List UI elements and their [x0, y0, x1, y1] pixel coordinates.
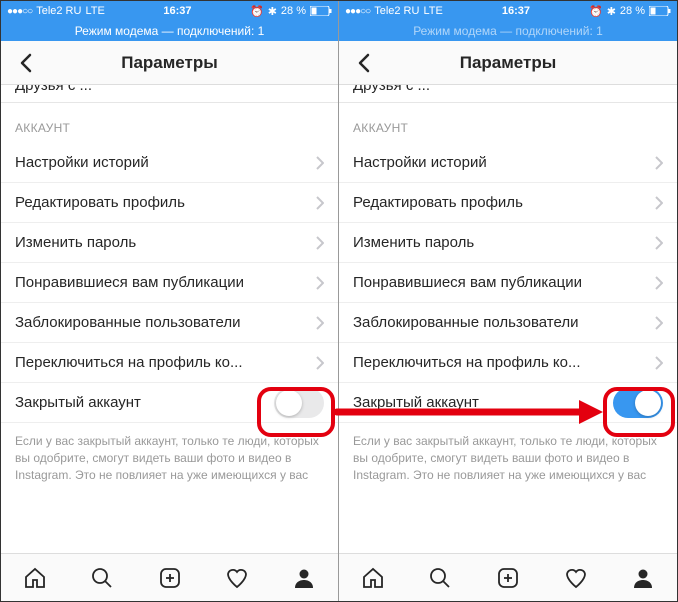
network-label: LTE [85, 5, 104, 17]
tab-activity[interactable] [203, 554, 270, 601]
tab-add[interactable] [136, 554, 203, 601]
chevron-right-icon [316, 156, 324, 170]
bluetooth-icon: ✱ [607, 5, 616, 18]
toggle-knob [276, 390, 302, 416]
chevron-right-icon [655, 196, 663, 210]
row-change-password[interactable]: Изменить пароль [339, 223, 677, 263]
hotspot-bar: Режим модема — подключений: 1 [1, 21, 338, 41]
phone-left: ●●●○○ Tele2 RU LTE 16:37 ⏰ ✱ 28 % Режим … [1, 1, 339, 601]
tab-search[interactable] [68, 554, 135, 601]
nav-header: Параметры [1, 41, 338, 85]
chevron-right-icon [655, 236, 663, 250]
tab-bar [1, 553, 338, 601]
chevron-right-icon [655, 276, 663, 290]
tab-profile[interactable] [271, 554, 338, 601]
private-account-description: Если у вас закрытый аккаунт, только те л… [1, 423, 338, 483]
chevron-right-icon [655, 156, 663, 170]
chevron-right-icon [655, 316, 663, 330]
carrier-label: Tele2 RU [36, 5, 81, 17]
row-blocked-users[interactable]: Заблокированные пользователи [339, 303, 677, 343]
nav-header: Параметры [339, 41, 677, 85]
back-button[interactable] [11, 48, 41, 78]
hotspot-label: Режим модема — подключений: 1 [75, 24, 265, 38]
tab-home[interactable] [1, 554, 68, 601]
signal-dots: ●●●○○ [7, 6, 32, 17]
private-account-description: Если у вас закрытый аккаунт, только те л… [339, 423, 677, 483]
row-blocked-users[interactable]: Заблокированные пользователи [1, 303, 338, 343]
chevron-right-icon [316, 316, 324, 330]
page-title: Параметры [121, 53, 218, 73]
chevron-right-icon [316, 196, 324, 210]
row-edit-profile[interactable]: Редактировать профиль [1, 183, 338, 223]
row-switch-business[interactable]: Переключиться на профиль ко... [1, 343, 338, 383]
list-item[interactable]: Друзья с ... [1, 85, 338, 103]
tab-profile[interactable] [609, 554, 677, 601]
hotspot-label: Режим модема — подключений: 1 [413, 24, 603, 38]
row-change-password[interactable]: Изменить пароль [1, 223, 338, 263]
tab-home[interactable] [339, 554, 407, 601]
alarm-icon: ⏰ [589, 5, 603, 18]
private-account-toggle[interactable] [613, 388, 663, 418]
row-switch-business[interactable]: Переключиться на профиль ко... [339, 343, 677, 383]
battery-pct: 28 % [620, 5, 645, 17]
battery-icon [649, 6, 671, 16]
row-liked-posts[interactable]: Понравившиеся вам публикации [1, 263, 338, 303]
hotspot-bar: Режим модема — подключений: 1 [339, 21, 677, 41]
chevron-right-icon [316, 276, 324, 290]
signal-dots: ●●●○○ [345, 6, 370, 17]
chevron-right-icon [316, 236, 324, 250]
page-title: Параметры [460, 53, 557, 73]
network-label: LTE [423, 5, 442, 17]
battery-pct: 28 % [281, 5, 306, 17]
settings-list: Друзья с ... АККАУНТ Настройки историй Р… [1, 85, 338, 553]
status-bar: ●●●○○ Tele2 RU LTE 16:37 ⏰ ✱ 28 % [1, 1, 338, 21]
list-item[interactable]: Друзья с ... [339, 85, 677, 103]
toggle-knob [635, 390, 661, 416]
tab-bar [339, 553, 677, 601]
clock: 16:37 [163, 5, 191, 17]
section-header-account: АККАУНТ [339, 103, 677, 143]
tab-add[interactable] [474, 554, 542, 601]
battery-icon [310, 6, 332, 16]
section-header-account: АККАУНТ [1, 103, 338, 143]
tab-search[interactable] [407, 554, 475, 601]
row-liked-posts[interactable]: Понравившиеся вам публикации [339, 263, 677, 303]
carrier-label: Tele2 RU [374, 5, 419, 17]
clock: 16:37 [502, 5, 530, 17]
row-private-account: Закрытый аккаунт [339, 383, 677, 423]
bluetooth-icon: ✱ [268, 5, 277, 18]
back-button[interactable] [349, 48, 379, 78]
alarm-icon: ⏰ [250, 5, 264, 18]
row-private-account: Закрытый аккаунт [1, 383, 338, 423]
status-bar: ●●●○○ Tele2 RU LTE 16:37 ⏰ ✱ 28 % [339, 1, 677, 21]
tab-activity[interactable] [542, 554, 610, 601]
chevron-right-icon [655, 356, 663, 370]
row-edit-profile[interactable]: Редактировать профиль [339, 183, 677, 223]
row-story-settings[interactable]: Настройки историй [1, 143, 338, 183]
phone-right: ●●●○○ Tele2 RU LTE 16:37 ⏰ ✱ 28 % Режим … [339, 1, 677, 601]
private-account-toggle[interactable] [274, 388, 324, 418]
row-story-settings[interactable]: Настройки историй [339, 143, 677, 183]
settings-list: Друзья с ... АККАУНТ Настройки историй Р… [339, 85, 677, 553]
chevron-right-icon [316, 356, 324, 370]
